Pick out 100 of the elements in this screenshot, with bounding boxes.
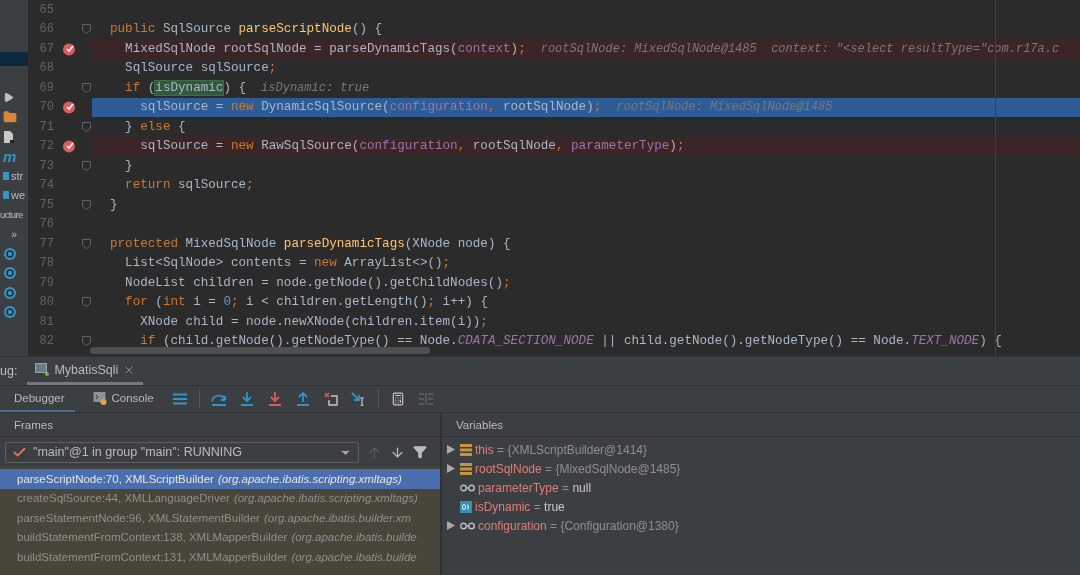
class-icon[interactable] — [3, 305, 17, 320]
drop-frame-icon[interactable] — [323, 392, 338, 406]
variables-title: Variables — [455, 418, 504, 431]
scrollbar-thumb[interactable] — [90, 347, 430, 354]
line-number: 71 — [38, 119, 55, 134]
stripes-icon — [460, 443, 472, 456]
fold-icon[interactable] — [81, 160, 91, 171]
step-out-icon[interactable] — [295, 392, 310, 406]
frame-method: buildStatementFromContext:131, XMLMapperBuilder — [17, 550, 288, 563]
menu-icon[interactable] — [172, 393, 187, 405]
line-number: 70 — [38, 100, 55, 115]
console-icon — [92, 391, 107, 405]
line-number: 82 — [38, 334, 55, 349]
line-number: 67 — [38, 41, 55, 56]
step-into-icon[interactable] — [239, 392, 254, 406]
line-number: 68 — [38, 61, 55, 76]
breakpoint-icon[interactable] — [62, 41, 76, 56]
code-line: sqlSource = new RawSqlSource(configuration, rootSqlNode, parameterType); — [139, 139, 685, 154]
inline-value-hint: rootSqlNode: MixedSqlNode@1485 — [616, 100, 833, 115]
glasses-icon — [460, 483, 475, 492]
frame-package: (org.apache.ibatis.builde — [291, 531, 417, 544]
inline-value-hint: rootSqlNode: MixedSqlNode@1485 context: "<select resultType="com.r17a.c — [540, 41, 1060, 56]
file-icon[interactable] — [3, 129, 15, 144]
class-icon[interactable] — [3, 266, 17, 281]
force-step-into-icon[interactable] — [267, 392, 282, 406]
frame-method: parseStatementNode:96, XMLStatementBuilder — [17, 511, 260, 524]
line-number: 74 — [38, 178, 55, 193]
code-line: MixedSqlNode rootSqlNode = parseDynamicTags(context); — [124, 41, 526, 56]
frame-method: createSqlSource:44, XMLLanguageDriver — [17, 492, 230, 505]
fold-icon[interactable] — [81, 199, 91, 210]
line-number: 80 — [38, 295, 55, 310]
frame-row[interactable]: buildStatementFromContext:131, XMLMapperBuilder (org.apache.ibatis.builde — [0, 547, 440, 567]
breakpoint-icon[interactable] — [62, 139, 76, 154]
strip-item[interactable]: str — [11, 169, 24, 182]
fold-icon[interactable] — [81, 24, 91, 35]
code-line: if (isDynamic) { — [124, 80, 247, 95]
line-number: 73 — [38, 158, 55, 173]
run-to-cursor-icon[interactable] — [351, 392, 367, 406]
thread-dropdown[interactable]: "main"@1 in group "main": RUNNING — [5, 441, 359, 463]
line-number: 76 — [38, 217, 55, 232]
panel-tab[interactable]: Console — [78, 386, 164, 412]
logo-letter: m — [3, 147, 17, 165]
filter-icon[interactable] — [413, 445, 427, 459]
line-number: 69 — [38, 80, 55, 95]
code-line: } — [124, 158, 133, 173]
variable-entry[interactable]: isDynamic = true — [475, 499, 565, 514]
expand-arrow-icon[interactable] — [447, 445, 455, 454]
line-number: 81 — [38, 314, 55, 329]
strip-item[interactable]: we — [11, 189, 26, 202]
panel-label: ug: — [0, 364, 18, 378]
run-tab[interactable]: MybatisSqli — [27, 357, 144, 385]
calculator-icon[interactable] — [390, 392, 405, 406]
breakpoint-icon[interactable] — [62, 100, 76, 115]
frame-method: buildStatementFromContext:138, XMLMapperBuilder — [17, 531, 288, 544]
more-button[interactable]: » — [11, 228, 18, 241]
stripes-icon — [460, 462, 472, 475]
expand-arrow-icon[interactable] — [447, 464, 455, 473]
code-line: NodeList children = node.getNode().getChildNodes(); — [124, 275, 511, 290]
fold-icon[interactable] — [81, 121, 91, 132]
code-line: XNode child = node.newXNode(children.item(i)); — [139, 314, 488, 329]
frame-row[interactable]: buildStatementFromContext:138, XMLMapperBuilder (org.apache.ibatis.builde — [0, 527, 440, 547]
line-number: 75 — [38, 197, 55, 212]
code-line: sqlSource = new DynamicSqlSource(configuration, rootSqlNode); — [139, 100, 602, 115]
folder-icon[interactable] — [3, 110, 17, 125]
frame-package: (org.apache.ibatis.scripting.xmltags) — [217, 472, 402, 485]
code-line: } else { — [124, 119, 186, 134]
fold-icon[interactable] — [81, 297, 91, 308]
frame-method: parseScriptNode:70, XMLScriptBuilder — [17, 472, 214, 485]
glasses-icon — [460, 521, 475, 530]
class-icon[interactable] — [3, 246, 17, 261]
fold-icon[interactable] — [81, 336, 91, 347]
variable-entry[interactable]: this = {XMLScriptBuilder@1414} — [475, 442, 647, 457]
binary-icon — [460, 500, 472, 513]
code-line: SqlSource sqlSource; — [124, 61, 277, 76]
code-line: List<SqlNode> contents = new ArrayList<>(); — [124, 256, 451, 271]
line-number: 66 — [38, 22, 55, 37]
down-arrow-icon[interactable] — [390, 444, 405, 460]
play-icon[interactable] — [3, 92, 14, 104]
frame-row[interactable]: createSqlSource:44, XMLLanguageDriver (org.apache.ibatis.scripting.xmltags) — [0, 488, 440, 508]
line-number: 79 — [38, 275, 55, 290]
expand-arrow-icon[interactable] — [447, 521, 455, 530]
code-line: } — [110, 197, 118, 212]
fold-icon[interactable] — [81, 82, 91, 93]
step-over-icon[interactable] — [210, 392, 227, 406]
structure-tab[interactable]: ucture — [0, 209, 23, 221]
square-icon — [3, 191, 9, 200]
fold-icon[interactable] — [81, 238, 91, 249]
square-icon — [3, 171, 9, 180]
frame-package: (org.apache.ibatis.builder.xm — [263, 511, 412, 524]
frame-package: (org.apache.ibatis.builde — [291, 550, 417, 563]
class-icon[interactable] — [3, 285, 17, 300]
variable-entry[interactable]: configuration = {Configuration@1380} — [478, 518, 679, 533]
frame-package: (org.apache.ibatis.scripting.xmltags) — [233, 492, 418, 505]
line-number: 72 — [38, 139, 55, 154]
panel-tab[interactable]: Debugger — [0, 386, 75, 412]
frame-row[interactable]: parseScriptNode:70, XMLScriptBuilder (org.apache.ibatis.scripting.xmltags) — [0, 469, 440, 489]
variable-entry[interactable]: parameterType = null — [478, 480, 592, 495]
code-line: return sqlSource; — [124, 178, 254, 193]
frame-row[interactable]: parseStatementNode:96, XMLStatementBuilder (org.apache.ibatis.builder.xm — [0, 508, 440, 528]
variable-entry[interactable]: rootSqlNode = {MixedSqlNode@1485} — [475, 461, 681, 476]
